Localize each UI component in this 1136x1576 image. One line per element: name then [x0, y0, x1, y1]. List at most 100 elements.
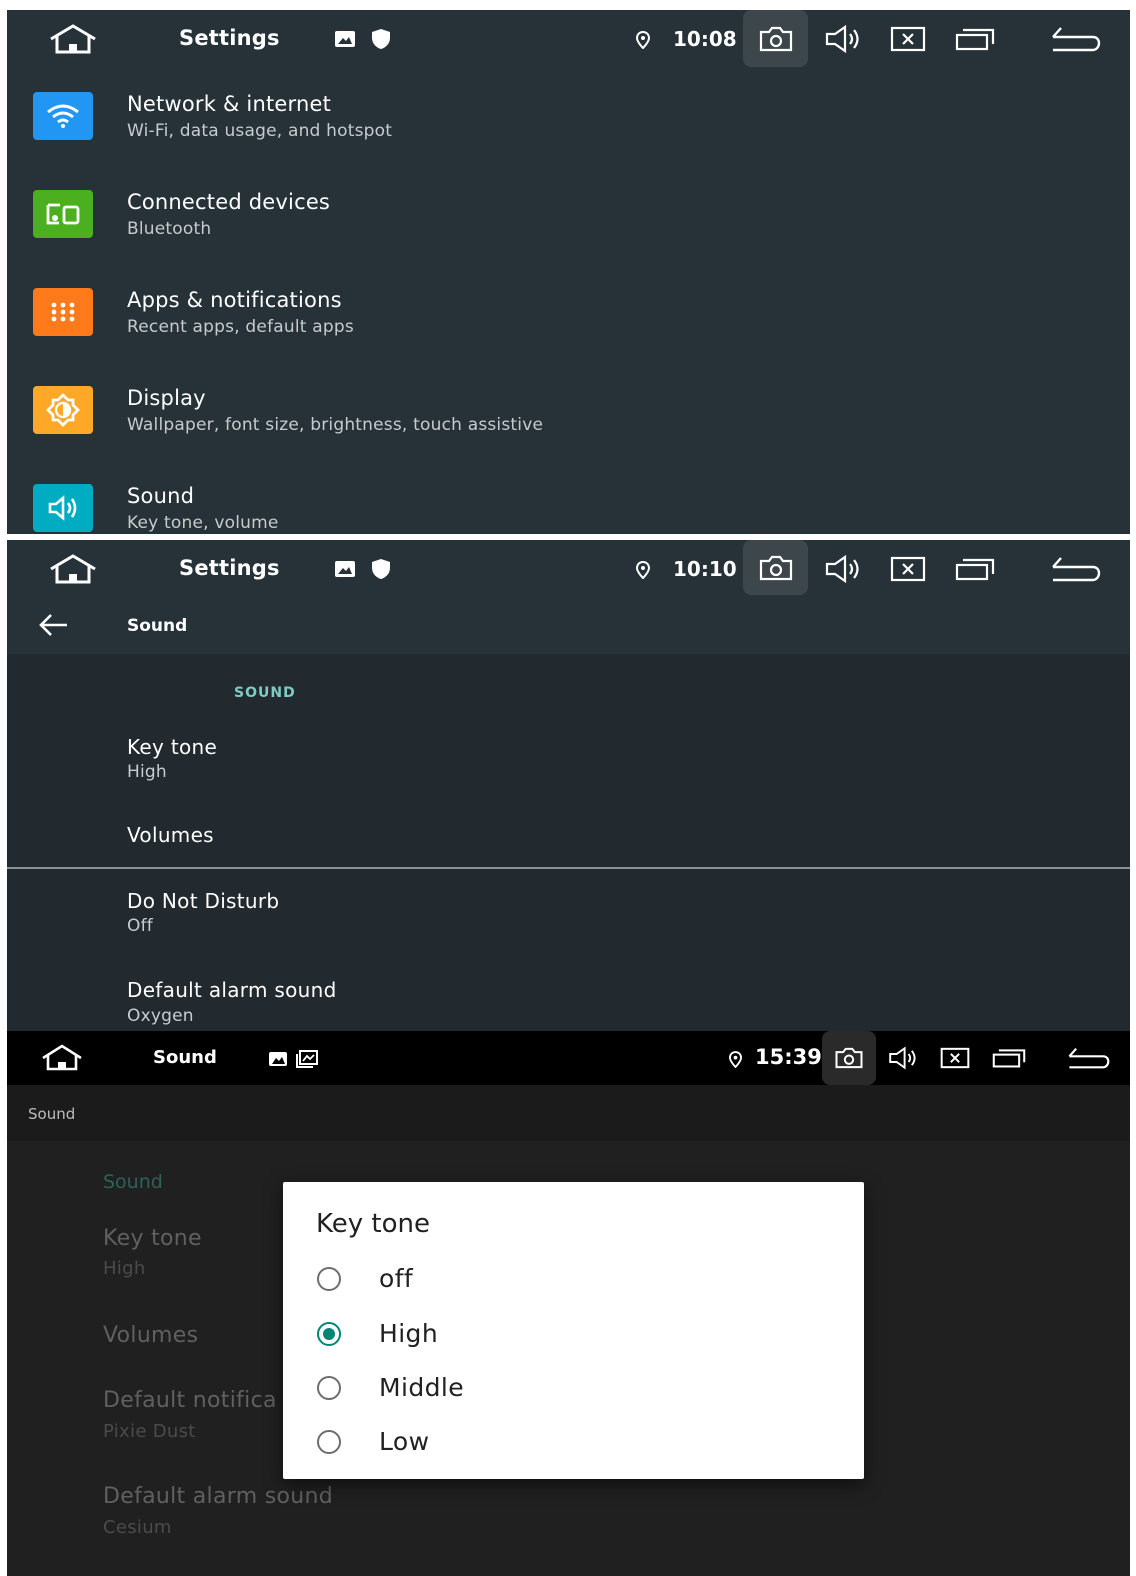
radio-button-selected[interactable] [317, 1322, 341, 1346]
option-low[interactable]: Low [283, 1415, 864, 1469]
camera-icon [759, 555, 792, 580]
location-icon [727, 1049, 743, 1069]
divider [7, 867, 1130, 869]
home-button[interactable] [37, 1041, 87, 1075]
settings-item-connected-devices[interactable]: Connected devices Bluetooth [7, 168, 1130, 266]
status-bar: Settings 10:10 [7, 540, 1130, 598]
camera-icon [835, 1047, 863, 1069]
screenshot-button[interactable] [822, 1031, 876, 1085]
item-subtitle: Oxygen [127, 1006, 194, 1026]
back-button[interactable] [1065, 1043, 1111, 1073]
radio-button[interactable] [317, 1376, 341, 1400]
radio-button[interactable] [317, 1267, 341, 1291]
home-button[interactable] [45, 550, 101, 588]
setting-do-not-disturb[interactable]: Do Not Disturb Off [7, 875, 1130, 947]
app-bar [7, 1085, 1130, 1141]
location-icon [634, 29, 652, 51]
option-label: off [379, 1264, 414, 1293]
item-subtitle: Bluetooth [127, 219, 212, 239]
volume-button[interactable] [821, 22, 865, 56]
statusbar-title: Sound [153, 1047, 217, 1068]
close-app-button[interactable] [938, 1045, 972, 1071]
home-button[interactable] [45, 20, 101, 58]
item-subtitle: Wallpaper, font size, brightness, touch … [127, 415, 544, 435]
image-notification-icon [268, 1050, 288, 1068]
setting-volumes[interactable]: Volumes [7, 806, 1130, 866]
close-app-button[interactable] [888, 554, 928, 584]
option-label: High [379, 1319, 439, 1348]
screenshot-button[interactable] [743, 10, 808, 67]
item-subtitle: High [127, 762, 167, 782]
close-app-button[interactable] [888, 24, 928, 54]
shield-icon [371, 28, 391, 50]
back-button[interactable] [1047, 22, 1103, 56]
back-arrow-icon [1068, 1047, 1110, 1069]
wifi-icon [33, 92, 93, 140]
location-icon [634, 559, 652, 581]
home-icon [50, 24, 96, 54]
devices-icon [33, 190, 93, 238]
sound-settings-screen: Settings 10:10 Sound SOUND Key tone High… [7, 540, 1130, 1031]
settings-item-display[interactable]: Display Wallpaper, font size, brightness… [7, 364, 1130, 462]
page-title: Sound [28, 1105, 76, 1123]
option-high[interactable]: High [283, 1307, 864, 1361]
speaker-icon [825, 554, 859, 584]
item-subtitle: High [103, 1258, 146, 1279]
back-button[interactable] [1047, 552, 1103, 586]
setting-key-tone[interactable]: Key tone High [7, 720, 1130, 792]
dialog-title: Key tone [316, 1209, 430, 1239]
home-icon [42, 1044, 82, 1071]
close-box-icon [890, 26, 926, 52]
item-title: Default alarm sound [127, 978, 337, 1002]
option-middle[interactable]: Middle [283, 1361, 864, 1415]
item-subtitle: Recent apps, default apps [127, 317, 354, 337]
recent-apps-icon [955, 28, 995, 51]
item-subtitle: Pixie Dust [103, 1421, 196, 1442]
brightness-icon [33, 386, 93, 434]
apps-grid-icon [33, 288, 93, 336]
speaker-icon [889, 1046, 916, 1070]
setting-default-alarm-sound[interactable]: Default alarm sound Oxygen [7, 965, 1130, 1031]
settings-main-screen: Settings 10:08 Network & internet Wi-Fi,… [7, 10, 1130, 534]
status-bar: Sound 15:39 [7, 1031, 1130, 1085]
item-title: Key tone [103, 1226, 202, 1251]
recent-apps-icon [955, 558, 995, 581]
gallery-icon [295, 1049, 319, 1069]
screenshot-button[interactable] [743, 540, 808, 595]
navigate-up-button[interactable] [37, 611, 73, 641]
camera-icon [759, 26, 792, 51]
item-title: Do Not Disturb [127, 889, 280, 913]
settings-item-sound[interactable]: Sound Key tone, volume [7, 462, 1130, 534]
shield-icon [371, 558, 391, 580]
sound-key-tone-dialog-screen: Sound 15:39 Sound Sound Key tone High Vo… [7, 1031, 1130, 1576]
back-arrow-icon [1052, 557, 1101, 582]
recent-apps-button[interactable] [953, 554, 997, 584]
settings-item-apps[interactable]: Apps & notifications Recent apps, defaul… [7, 266, 1130, 364]
back-arrow-icon [1052, 27, 1101, 52]
settings-item-network[interactable]: Network & internet Wi-Fi, data usage, an… [7, 70, 1130, 168]
option-label: Low [379, 1427, 430, 1456]
volume-button[interactable] [885, 1044, 921, 1072]
recent-apps-icon [992, 1049, 1026, 1068]
recent-apps-button[interactable] [990, 1045, 1028, 1071]
arrow-left-icon [39, 614, 67, 636]
image-notification-icon [334, 559, 356, 579]
item-title: Default notifica [103, 1388, 277, 1413]
item-title: Volumes [103, 1323, 199, 1348]
statusbar-title: Settings [179, 556, 280, 580]
speaker-icon [825, 24, 859, 54]
status-bar: Settings 10:08 [7, 10, 1130, 68]
setting-default-alarm-sound[interactable]: Default alarm sound Cesium [7, 1481, 1130, 1547]
item-subtitle: Key tone, volume [127, 513, 279, 533]
statusbar-time: 10:10 [673, 557, 737, 581]
option-off[interactable]: off [283, 1252, 864, 1306]
key-tone-dialog: Key tone off High Middle Low [283, 1182, 864, 1479]
recent-apps-button[interactable] [953, 24, 997, 54]
volume-icon [33, 484, 93, 532]
radio-button[interactable] [317, 1430, 341, 1454]
close-box-icon [940, 1047, 970, 1069]
statusbar-time: 15:39 [755, 1045, 822, 1069]
item-title: Sound [127, 484, 195, 508]
volume-button[interactable] [821, 552, 865, 586]
item-subtitle: Cesium [103, 1517, 172, 1538]
